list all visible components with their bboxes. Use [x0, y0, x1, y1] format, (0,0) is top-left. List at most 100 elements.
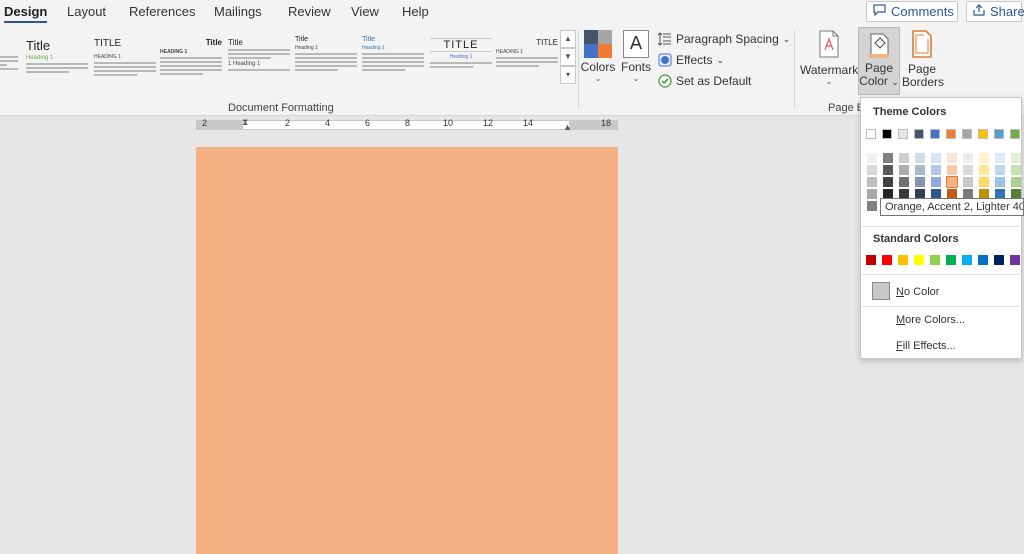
theme-color-swatch[interactable]	[930, 129, 940, 139]
style-set-thumb[interactable]: Title HEADING 1	[160, 30, 222, 84]
share-label: Share	[990, 4, 1024, 19]
theme-color-tint-swatch[interactable]	[1011, 177, 1021, 187]
tab-help[interactable]: Help	[402, 4, 429, 19]
theme-color-tint-swatch[interactable]	[899, 165, 909, 175]
theme-color-tint-swatch[interactable]	[1011, 153, 1021, 163]
paragraph-spacing-label: Paragraph Spacing	[676, 32, 779, 46]
fill-effects-item[interactable]: Fill Effects...	[896, 340, 956, 352]
theme-color-tint-swatch[interactable]	[947, 165, 957, 175]
theme-color-tint-swatch[interactable]	[963, 153, 973, 163]
theme-color-swatch[interactable]	[962, 129, 972, 139]
theme-color-tint-swatch[interactable]	[995, 153, 1005, 163]
watermark-label: Watermark	[800, 63, 859, 77]
theme-color-tint-swatch[interactable]	[931, 165, 941, 175]
theme-color-tint-swatch[interactable]	[947, 153, 957, 163]
chevron-down-icon: ⌄	[782, 33, 791, 44]
color-tooltip: Orange, Accent 2, Lighter 40%	[880, 198, 1024, 216]
theme-color-tint-swatch[interactable]	[883, 177, 893, 187]
style-set-thumb[interactable]	[0, 30, 18, 84]
standard-color-swatch[interactable]	[866, 255, 876, 265]
standard-color-swatch[interactable]	[994, 255, 1004, 265]
theme-color-swatch[interactable]	[1010, 129, 1020, 139]
standard-color-swatch[interactable]	[914, 255, 924, 265]
theme-color-tint-swatch[interactable]	[867, 165, 877, 175]
watermark-button[interactable]: Watermark ⌄	[800, 30, 858, 86]
gallery-more-icon[interactable]: ▾	[560, 66, 576, 84]
menu-separator	[862, 306, 1020, 307]
standard-color-swatch[interactable]	[946, 255, 956, 265]
standard-color-swatch[interactable]	[930, 255, 940, 265]
theme-color-tint-swatch[interactable]	[931, 177, 941, 187]
document-page[interactable]	[196, 147, 618, 554]
gallery-up-arrow-icon[interactable]: ▲	[560, 30, 576, 48]
horizontal-ruler[interactable]: 2 2 4 6 8 10 12 14 18 ⧗ ▲	[196, 117, 618, 132]
theme-fonts-button[interactable]: A Fonts ⌄	[618, 30, 654, 83]
standard-color-swatch[interactable]	[898, 255, 908, 265]
standard-color-swatch[interactable]	[882, 255, 892, 265]
theme-color-tint-swatch[interactable]	[867, 201, 877, 211]
theme-color-swatch[interactable]	[898, 129, 908, 139]
theme-color-swatch[interactable]	[866, 129, 876, 139]
theme-color-tint-swatch[interactable]	[963, 165, 973, 175]
standard-color-swatch[interactable]	[1010, 255, 1020, 265]
theme-color-tint-swatch[interactable]	[995, 165, 1005, 175]
theme-color-swatch[interactable]	[882, 129, 892, 139]
theme-color-swatch[interactable]	[978, 129, 988, 139]
theme-color-tint-swatch[interactable]	[979, 165, 989, 175]
style-set-thumb[interactable]: Title 1 Heading 1	[228, 30, 290, 84]
style-set-thumb[interactable]: TITLE HEADING 1	[94, 30, 156, 84]
set-as-default-label: Set as Default	[676, 74, 752, 88]
theme-color-tint-swatch[interactable]	[867, 189, 877, 199]
gallery-down-arrow-icon[interactable]: ▼	[560, 48, 576, 66]
style-set-thumb[interactable]: Title Heading 1	[26, 30, 88, 84]
theme-color-tint-swatch[interactable]	[979, 177, 989, 187]
tab-references[interactable]: References	[129, 4, 195, 19]
theme-color-tint-swatch[interactable]	[979, 153, 989, 163]
tab-review[interactable]: Review	[288, 4, 331, 19]
indent-marker-icon[interactable]: ⧗	[242, 117, 248, 128]
theme-color-tint-swatch[interactable]	[899, 177, 909, 187]
share-button[interactable]: Share	[966, 1, 1024, 22]
theme-color-swatch[interactable]	[914, 129, 924, 139]
set-as-default-button[interactable]: Set as Default	[658, 74, 751, 88]
tab-mailings[interactable]: Mailings	[214, 4, 262, 19]
ribbon-separator	[794, 30, 795, 110]
chevron-down-icon: ⌄	[825, 77, 833, 86]
style-set-thumb[interactable]: TITLE Heading 1	[430, 30, 492, 84]
theme-color-tint-swatch[interactable]	[867, 177, 877, 187]
theme-color-tint-swatch[interactable]	[963, 177, 973, 187]
theme-colors-icon	[584, 30, 612, 58]
theme-color-tint-swatch[interactable]	[995, 177, 1005, 187]
tab-view[interactable]: View	[351, 4, 379, 19]
theme-color-tint-swatch[interactable]	[931, 153, 941, 163]
theme-color-tint-swatch[interactable]	[867, 153, 877, 163]
style-set-thumb[interactable]: Title Heading 1	[295, 30, 357, 84]
theme-color-tint-swatch[interactable]	[915, 153, 925, 163]
theme-colors-button[interactable]: Colors ⌄	[580, 30, 616, 83]
theme-color-swatch[interactable]	[994, 129, 1004, 139]
page-color-button[interactable]: Page Color ⌄	[858, 27, 900, 95]
standard-colors-heading: Standard Colors	[873, 233, 959, 245]
theme-color-tint-swatch[interactable]	[899, 153, 909, 163]
style-set-thumb[interactable]: TITLE HEADING 1	[496, 30, 558, 84]
theme-color-tint-swatch[interactable]	[915, 165, 925, 175]
theme-color-tint-swatch[interactable]	[1011, 165, 1021, 175]
theme-color-tint-swatch[interactable]	[915, 177, 925, 187]
more-colors-item[interactable]: More Colors...	[896, 314, 965, 326]
theme-color-tint-swatch[interactable]	[883, 153, 893, 163]
theme-color-swatch[interactable]	[946, 129, 956, 139]
tab-layout[interactable]: Layout	[67, 4, 106, 19]
standard-color-swatch[interactable]	[962, 255, 972, 265]
style-set-thumb[interactable]: Title Heading 1	[362, 30, 424, 84]
no-color-item[interactable]: No Color	[896, 286, 939, 298]
theme-color-tint-swatch[interactable]	[883, 165, 893, 175]
effects-button[interactable]: Effects ⌄	[658, 53, 724, 67]
comments-button[interactable]: Comments	[866, 1, 958, 22]
tab-design[interactable]: Design	[4, 4, 48, 23]
paragraph-spacing-button[interactable]: Paragraph Spacing ⌄	[657, 32, 791, 46]
hovered-color-swatch[interactable]	[946, 176, 958, 188]
page-borders-button[interactable]: Page Borders	[902, 30, 944, 89]
right-indent-marker-icon[interactable]: ▲	[563, 122, 572, 132]
standard-color-swatch[interactable]	[978, 255, 988, 265]
fonts-icon: A	[623, 30, 649, 58]
